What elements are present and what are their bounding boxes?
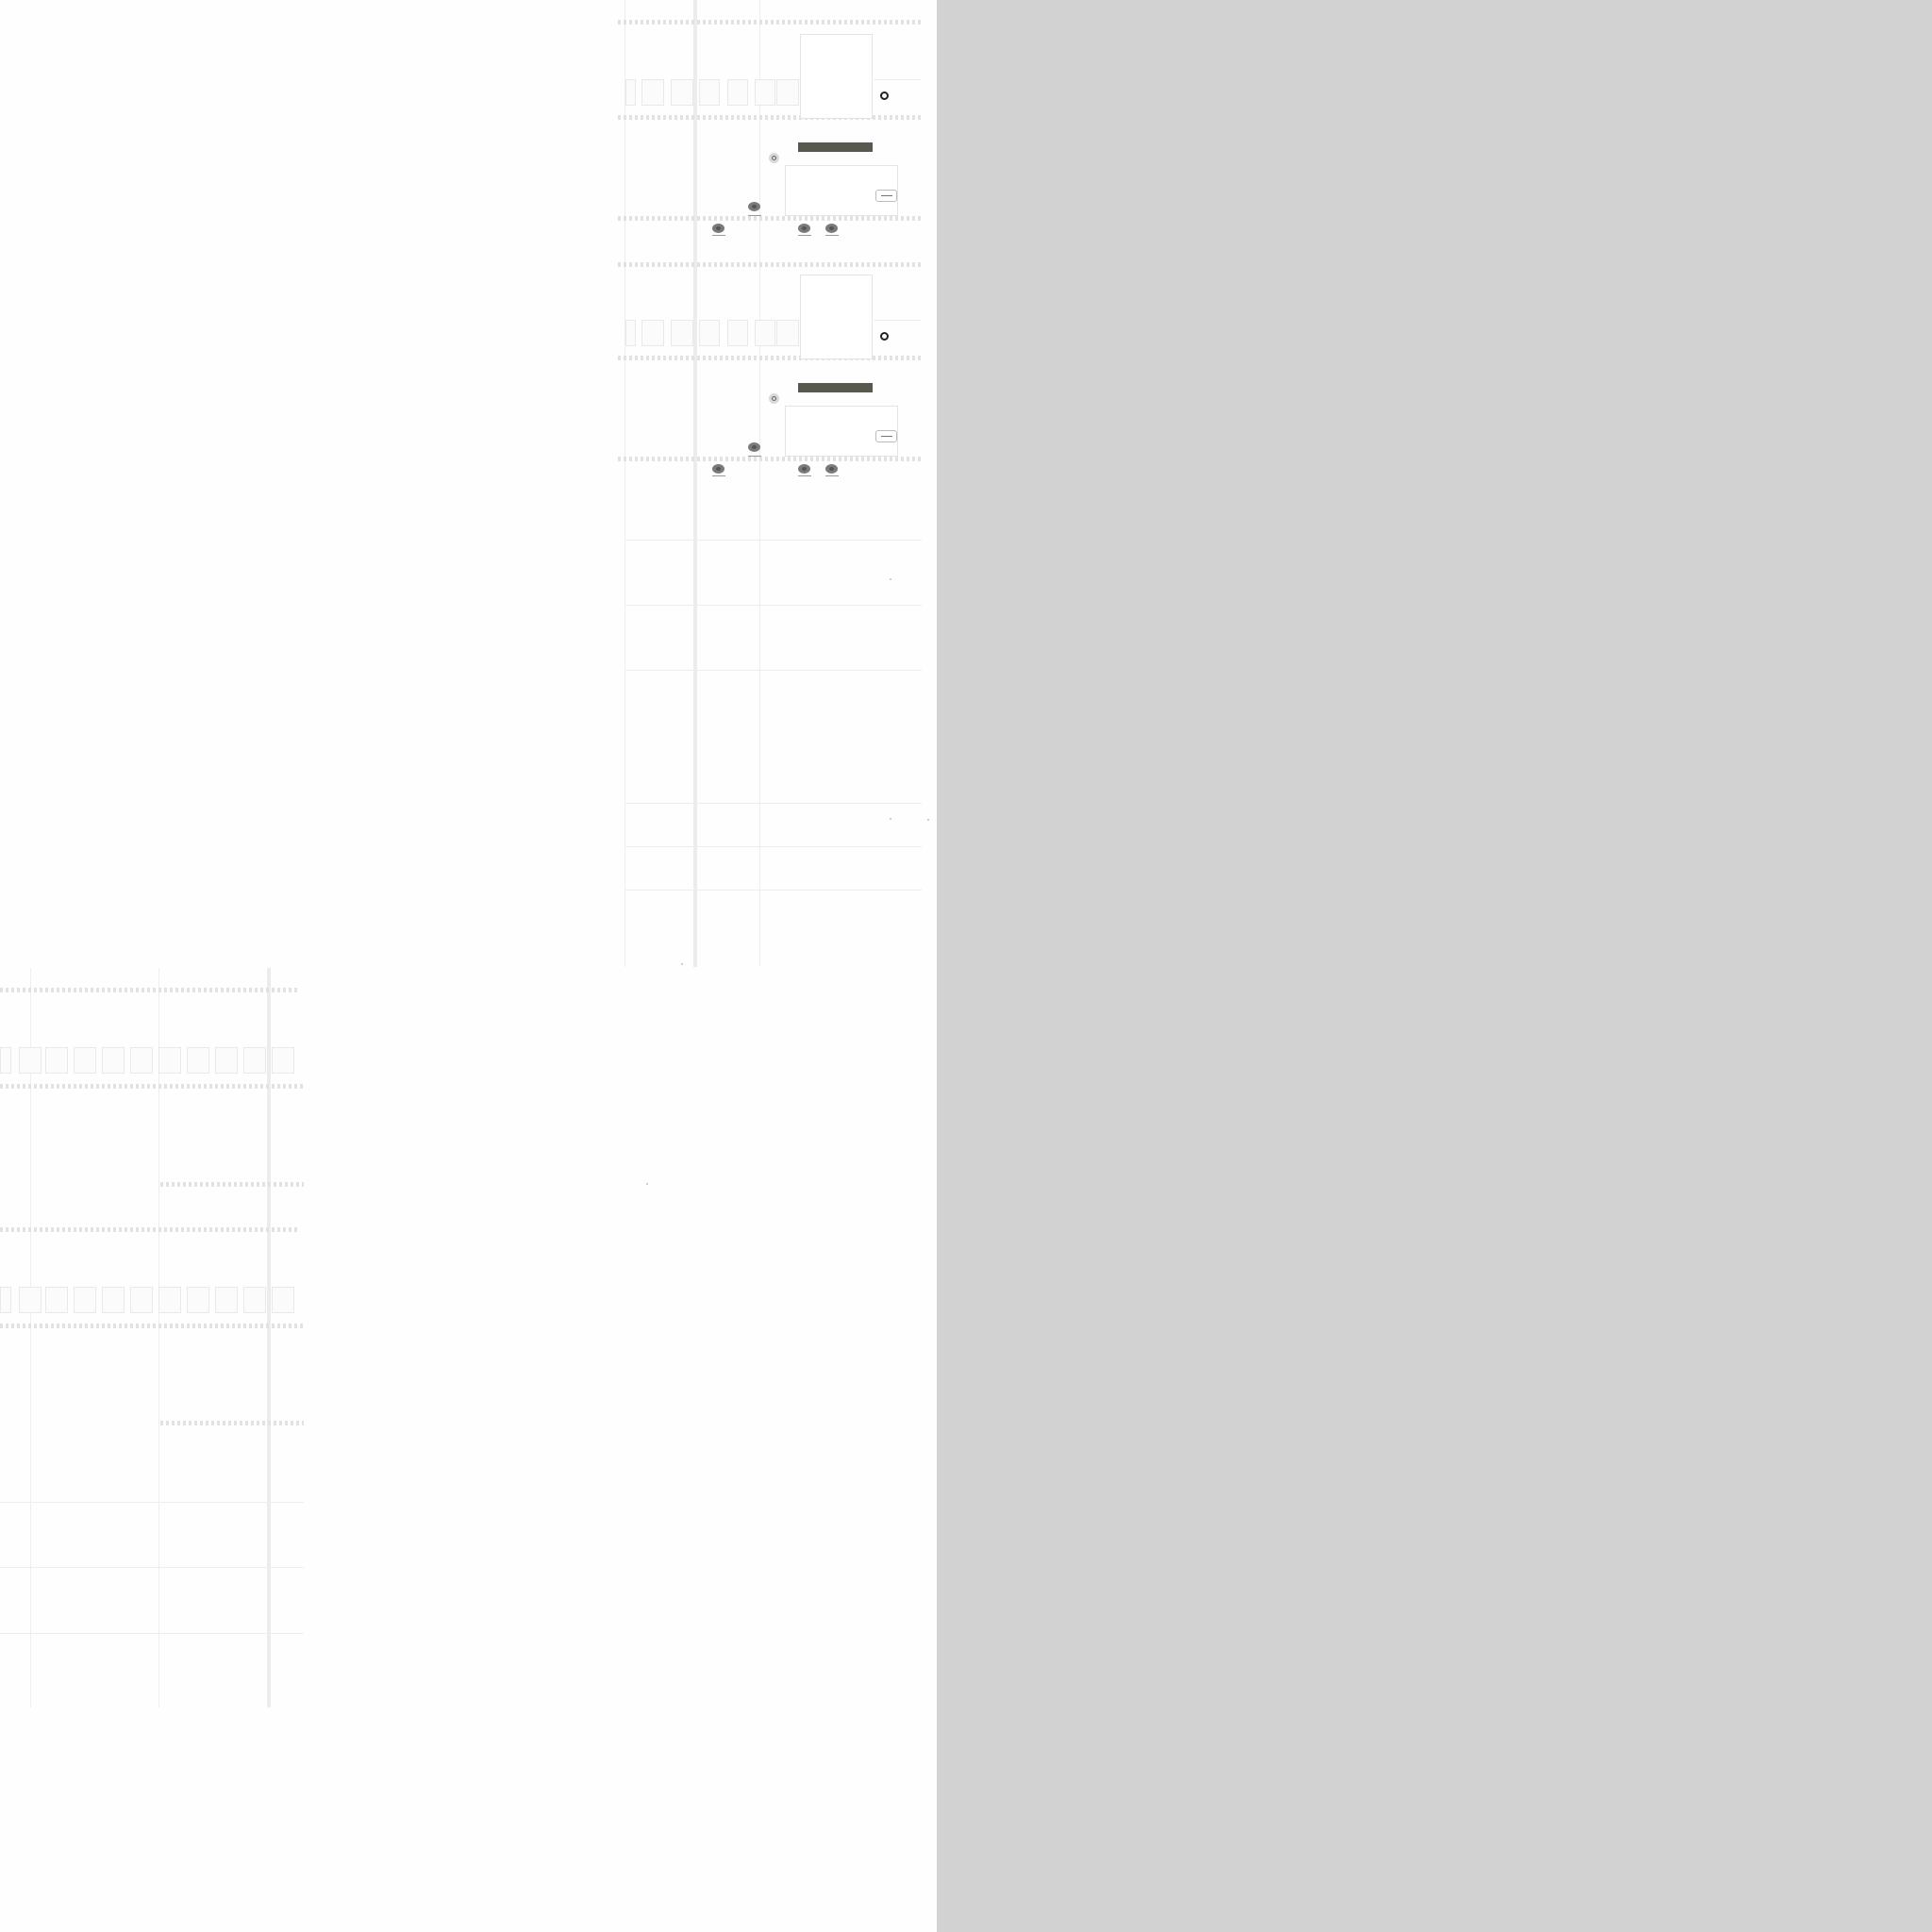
anchor-point <box>890 818 891 820</box>
section-divider <box>618 115 922 120</box>
gear-icon[interactable] <box>769 393 779 404</box>
radio-ring-icon[interactable] <box>880 92 889 100</box>
grid-cell <box>699 79 720 106</box>
grid-cell <box>19 1047 42 1074</box>
node-dot-icon[interactable] <box>825 464 838 474</box>
grid-cell <box>45 1287 68 1313</box>
grid-cell <box>74 1287 96 1313</box>
node-label <box>825 475 839 476</box>
grid-cell <box>158 1287 181 1313</box>
node-dot-icon[interactable] <box>825 224 838 233</box>
node-dot-icon[interactable] <box>798 464 810 474</box>
section-divider <box>0 1084 304 1089</box>
grid-cell <box>102 1287 125 1313</box>
row-divider <box>625 540 922 541</box>
section-divider <box>618 356 922 360</box>
node-label <box>798 235 811 236</box>
column-divider <box>267 968 271 1707</box>
node-label <box>748 215 761 216</box>
section-divider <box>618 216 922 221</box>
node-dot-icon[interactable] <box>712 464 724 474</box>
grid-cell <box>130 1287 153 1313</box>
radio-ring-icon[interactable] <box>880 332 889 341</box>
grid-cell <box>625 79 636 106</box>
gear-icon[interactable] <box>769 153 779 163</box>
anchor-point <box>646 1183 648 1185</box>
node-label <box>712 475 725 476</box>
guide-line <box>874 79 921 80</box>
row-divider <box>0 1502 304 1503</box>
row-divider <box>0 1633 304 1634</box>
node-label <box>825 235 839 236</box>
grid-cell <box>641 79 664 106</box>
grid-cell <box>671 79 693 106</box>
grid-cell <box>45 1047 68 1074</box>
grid-cell <box>243 1287 266 1313</box>
section-divider <box>618 20 922 25</box>
row-divider <box>625 803 922 804</box>
section-divider <box>0 1324 304 1328</box>
grid-cell <box>625 320 636 346</box>
grid-cell <box>74 1047 96 1074</box>
grid-cell <box>671 320 693 346</box>
node-dot-icon[interactable] <box>798 224 810 233</box>
row-divider <box>0 1567 304 1568</box>
grid-cell <box>272 1287 294 1313</box>
grid-cell <box>699 320 720 346</box>
column-divider <box>158 968 159 1707</box>
row-divider <box>625 846 922 847</box>
grid-cell <box>755 79 775 106</box>
grid-cell <box>243 1047 266 1074</box>
grid-cell <box>19 1287 42 1313</box>
row-divider <box>625 605 922 606</box>
grid-cell <box>755 320 775 346</box>
grid-cell <box>158 1047 181 1074</box>
section-divider <box>160 1421 304 1425</box>
grid-cell <box>776 79 799 106</box>
grid-cell <box>187 1287 209 1313</box>
section-divider <box>160 1182 304 1187</box>
grid-cell <box>187 1047 209 1074</box>
grid-cell <box>102 1047 125 1074</box>
action-button[interactable] <box>875 190 897 202</box>
anchor-point <box>927 819 929 821</box>
progress-bar <box>798 142 873 152</box>
grid-cell <box>727 79 748 106</box>
grid-cell <box>130 1047 153 1074</box>
section-divider <box>0 988 300 992</box>
anchor-point <box>681 963 683 965</box>
row-divider <box>625 670 922 671</box>
grid-cell <box>0 1047 11 1074</box>
node-label <box>798 475 811 476</box>
action-button[interactable] <box>875 430 897 442</box>
column-divider <box>759 0 760 967</box>
node-dot-icon[interactable] <box>748 442 760 452</box>
side-panel <box>937 0 1932 1932</box>
grid-cell <box>0 1287 11 1313</box>
node-dot-icon[interactable] <box>748 202 760 211</box>
grid-cell <box>776 320 799 346</box>
row-divider <box>625 890 922 891</box>
node-label <box>748 456 761 457</box>
section-divider <box>618 262 922 267</box>
grid-cell <box>272 1047 294 1074</box>
grid-cell <box>641 320 664 346</box>
grid-cell <box>215 1047 238 1074</box>
column-divider <box>693 0 697 967</box>
node-dot-icon[interactable] <box>712 224 724 233</box>
progress-bar <box>798 383 873 392</box>
grid-cell <box>727 320 748 346</box>
anchor-point <box>890 578 891 580</box>
grid-cell <box>215 1287 238 1313</box>
node-label <box>712 235 725 236</box>
design-canvas[interactable] <box>0 0 937 1932</box>
section-divider <box>0 1227 300 1232</box>
artboard[interactable] <box>800 275 873 359</box>
artboard[interactable] <box>800 34 873 119</box>
column-divider <box>30 968 31 1707</box>
section-divider <box>618 457 922 461</box>
guide-line <box>874 320 921 321</box>
